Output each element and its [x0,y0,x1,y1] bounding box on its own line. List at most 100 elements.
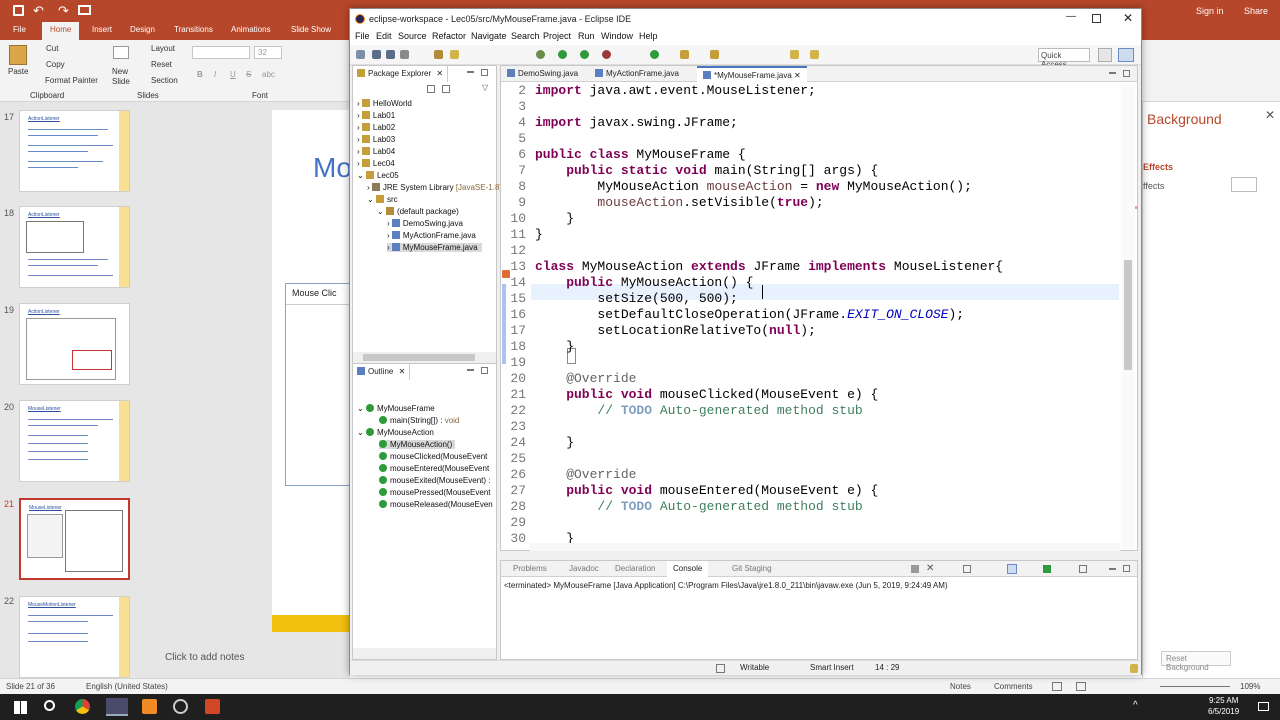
close-button[interactable]: ✕ [1123,11,1133,25]
menu-source[interactable]: Source [398,31,427,41]
copy-button[interactable]: Copy [46,60,65,69]
tab-home[interactable]: Home [42,22,80,40]
cut-button[interactable]: Cut [46,44,58,53]
slide-thumbnail[interactable]: ActionListener [19,206,130,288]
outline-item[interactable]: mouseExited(MouseEvent) : [379,476,491,485]
debug-icon[interactable] [536,50,545,59]
view-menu-icon[interactable]: ▽ [482,83,488,92]
bold-button[interactable]: B [197,70,203,79]
tree-item[interactable]: › DemoSwing.java [387,219,463,228]
view-sorter-icon[interactable] [1076,682,1086,691]
view-normal-icon[interactable] [1052,682,1062,691]
menu-search[interactable]: Search [511,31,540,41]
editor-bottom-scrollbar[interactable] [530,543,1120,551]
share-button[interactable]: Share [1244,6,1268,16]
maximize-editor-icon[interactable] [1123,70,1130,77]
powerpoint-icon[interactable] [205,699,220,714]
notes-toggle[interactable]: Notes [950,682,971,691]
minimize-editor-icon[interactable] [1109,72,1116,74]
tab-javadoc[interactable]: Javadoc [563,561,605,577]
menu-navigate[interactable]: Navigate [471,31,507,41]
scroll-thumb[interactable] [363,354,475,361]
back-icon[interactable] [790,50,799,59]
save-all-icon[interactable] [386,50,395,59]
outline-item[interactable]: mouseClicked(MouseEvent [379,452,487,461]
tab-console[interactable]: Console [667,561,709,577]
tab-slide-show[interactable]: Slide Show [291,25,331,34]
menu-file[interactable]: File [355,31,370,41]
tab-insert[interactable]: Insert [92,25,112,34]
console-clear-icon[interactable] [963,565,971,573]
minimize-button[interactable]: — [1066,11,1076,22]
minimize-view-icon[interactable] [467,369,474,371]
close-icon[interactable]: ✕ [1265,108,1275,122]
menu-window[interactable]: Window [601,31,633,41]
open-console-icon[interactable] [1079,565,1087,573]
tree-item[interactable]: ⌄ Lec05 [357,171,399,180]
search-icon[interactable] [44,700,55,711]
java-perspective-icon[interactable] [1118,48,1134,62]
scroll-lock-icon[interactable] [1007,564,1017,574]
menu-project[interactable]: Project [543,31,571,41]
pin-console-icon[interactable] [1043,565,1051,573]
effects-tab[interactable]: Effects [1143,162,1173,172]
font-name-field[interactable] [192,46,250,59]
format-painter-button[interactable]: Format Painter [45,76,98,85]
scroll-thumb[interactable] [1124,260,1132,370]
paste-icon[interactable] [9,45,27,65]
tab-design[interactable]: Design [130,25,155,34]
quick-access-field[interactable]: Quick Access [1038,48,1090,69]
collapse-all-icon[interactable] [427,85,435,93]
outline-item-selected[interactable]: MyMouseAction() [379,440,456,449]
editor-tab-myactionframe[interactable]: MyActionFrame.java [589,66,685,82]
font-size-field[interactable]: 32 [254,46,282,59]
notification-icon[interactable] [1258,702,1269,711]
redo-icon[interactable]: ↷ [58,3,69,19]
outline-item[interactable]: mouseReleased(MouseEven [379,500,493,509]
tree-item[interactable]: › Lab01 [357,111,395,120]
slide-thumbnail[interactable]: MouseMotionListener [19,596,130,678]
tree-item-selected[interactable]: › MyMouseFrame.java [387,243,482,252]
tab-transitions[interactable]: Transitions [174,25,213,34]
slide-thumbnail[interactable]: ActionListener [19,110,130,192]
italic-button[interactable]: I [214,70,216,79]
horizontal-scrollbar[interactable] [353,352,496,363]
search-icon[interactable] [710,50,719,59]
tab-problems[interactable]: Problems [507,561,553,577]
outline-item[interactable]: ⌄ MyMouseFrame [357,404,435,413]
char-spacing-button[interactable]: abc [262,70,275,79]
tree-item[interactable]: ⌄ (default package) [377,207,459,216]
undo-icon[interactable]: ↶ [33,3,44,19]
paste-button[interactable]: Paste [8,67,28,76]
outline-item[interactable]: main(String[]) : void [379,416,459,425]
new-class-icon[interactable] [650,50,659,59]
close-icon[interactable]: ✕ [399,367,406,376]
tree-item[interactable]: › Lab03 [357,135,395,144]
zoom-slider[interactable] [1160,686,1230,687]
tree-item[interactable]: › Lec04 [357,159,395,168]
new-slide-icon[interactable] [113,46,129,59]
tree-item[interactable]: ⌄ src [367,195,398,204]
underline-button[interactable]: U [230,70,236,79]
reset-background-button[interactable]: Reset Background [1161,651,1231,672]
new-slide-button[interactable]: New Slide [112,67,130,87]
console-terminate-icon[interactable] [911,565,919,573]
maximize-view-icon[interactable] [1123,565,1130,572]
tree-item[interactable]: › HelloWorld [357,99,412,108]
sign-in-link[interactable]: Sign in [1196,6,1224,16]
slide-thumbnail[interactable]: MouseListener [19,400,130,482]
link-editor-icon[interactable] [442,85,450,93]
tree-item[interactable]: › JRE System Library [JavaSE-1.8] [367,183,502,192]
coverage-icon[interactable] [580,50,589,59]
section-button[interactable]: Section [151,76,178,85]
tab-outline[interactable]: Outline ✕ [353,364,411,380]
new-icon[interactable] [356,50,365,59]
maximize-view-icon[interactable] [481,367,488,374]
editor-vertical-scrollbar[interactable] [1121,84,1135,550]
progress-icon[interactable] [1130,664,1138,673]
tray-arrow-icon[interactable]: ^ [1133,700,1138,711]
eclipse-icon[interactable] [106,698,128,716]
effects-dropdown[interactable] [1231,177,1257,192]
toggle-mark-icon[interactable] [434,50,443,59]
windows-start-icon[interactable] [14,701,27,714]
